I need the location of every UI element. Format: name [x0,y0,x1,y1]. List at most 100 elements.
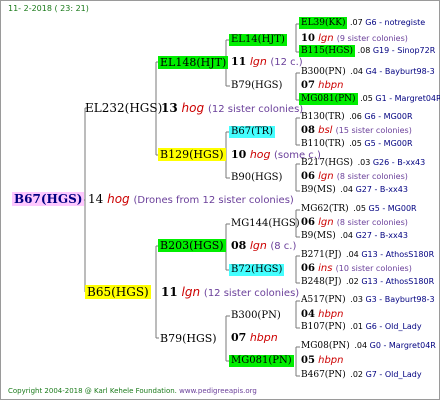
g5-row-16: B467(PN) .02 G7 - Old_Lady [299,371,422,380]
dam-b-gen: 07 [231,331,247,344]
g5-row-14: B107(PN) .01 G6 - Old_Lady [299,323,422,332]
sire-b-name[interactable]: B129(HGS) [158,148,226,161]
website-link[interactable]: www.pedigreeapis.org [179,387,257,395]
g5-row-1-info: G6 - notregiste [365,18,426,27]
sire-bb-name[interactable]: B90(HGS) [229,172,284,184]
g5-row-6-info: G5 - MG00R [364,139,413,148]
g5-row-2-name[interactable]: B115(HGS) [299,45,356,57]
g5-row-10: B9(MS) .04 G27 - B-xx43 [299,232,408,241]
g5-row-16-name[interactable]: B467(PN) [299,369,348,381]
dam-b-info: 07 hbpn [231,332,278,343]
dam-aa-name[interactable]: MG144(HGS) [229,218,302,230]
g5-row-2: B115(HGS) .08 G19 - Sinop72R [299,45,436,57]
sire-bb-gen: 06 [301,171,315,182]
dam-ab-name[interactable]: B72(HGS) [229,264,285,276]
sire-code: hog [181,101,205,115]
g5-row-4: MG081(PN) .05 G1 - Margret04R [299,93,440,105]
g5-row-3-info: G4 - Bayburt98-3 [365,67,435,76]
g5-row-1-num: .07 [350,18,363,27]
g5-row-11-num: .04 [346,250,359,259]
g5-row-1-name[interactable]: EL39(KK) [299,17,348,29]
sire-a-note: (12 c.) [270,57,303,68]
g5-row-14-info: G6 - Old_Lady [365,322,422,331]
sire-name[interactable]: EL232(HGS) [85,102,162,114]
g5-row-9-name[interactable]: MG62(TR) [299,203,351,215]
g5-row-15-name[interactable]: MG08(PN) [299,340,352,352]
dam-code: lgn [181,285,201,299]
g5-row-14-name[interactable]: B107(PN) [299,321,348,333]
sire-ab-code: hbpn [318,80,344,91]
g5-row-3-name[interactable]: B300(PN) [299,66,348,78]
g5-row-5: B130(TR) .06 G6 - MG00R [299,113,413,122]
dam-ba-name[interactable]: B300(PN) [229,310,283,322]
dam-name[interactable]: B65(HGS) [85,285,151,299]
g5-row-6: B110(TR) .05 G5 - MG00R [299,140,413,149]
g5-row-5-info: G6 - MG00R [364,112,413,121]
sire-ab-name[interactable]: B79(HGS) [229,80,284,92]
g5-row-13-name[interactable]: A517(PN) [299,294,348,306]
g5-row-13-num: .03 [350,295,363,304]
dam-aa-info: 06 lgn (8 sister colonies) [301,218,408,228]
g5-row-15-num: .04 [354,341,368,350]
dam-bb-code: hbpn [318,355,344,366]
sire-b-gen: 10 [231,148,247,161]
g5-row-10-name[interactable]: B9(MS) [299,230,338,242]
g5-row-7-name[interactable]: B217(HGS) [299,157,355,169]
dam-ba-gen: 04 [301,309,315,320]
dam-ba-code: hbpn [318,309,344,320]
g5-row-10-info: G27 - B-xx43 [355,231,408,240]
g5-row-8: B9(MS) .04 G27 - B-xx43 [299,186,408,195]
sire-info: 13 hog (12 sister colonies) [161,102,303,115]
dam-bb-gen: 05 [301,355,315,366]
sire-aa-name[interactable]: EL14(HJT) [229,34,287,46]
g5-row-4-num: .05 [360,94,373,103]
dam-bb-info: 05 hbpn [301,356,343,366]
copyright-text: Copyright 2004-2018 @ Karl Kehele Founda… [8,388,257,395]
dam-gen: 11 [161,285,178,299]
g5-row-15-info: G0 - Margret04R [369,341,436,350]
sire-ba-note: (15 sister colonies) [335,126,412,135]
dam-a-info: 08 lgn (8 c.) [231,240,296,252]
sire-aa-note: (9 sister colonies) [336,34,408,43]
sire-ba-info: 08 bsl (15 sister colonies) [301,126,412,136]
g5-row-12-name[interactable]: B248(PJ) [299,276,343,288]
g5-row-7-num: .03 [357,158,371,167]
root-bee-name[interactable]: B67(HGS) [12,192,85,206]
dam-ba-info: 04 hbpn [301,310,343,320]
g5-row-11: B271(PJ) .04 G13 - AthosS180R [299,251,434,260]
g5-row-12: B248(PJ) .02 G13 - AthosS180R [299,278,434,287]
g5-row-8-name[interactable]: B9(MS) [299,184,338,196]
g5-row-9: MG62(TR) .05 G5 - MG00R [299,205,417,214]
g5-row-8-num: .04 [340,185,354,194]
sire-aa-gen: 10 [301,33,315,44]
g5-row-11-name[interactable]: B271(PJ) [299,249,343,261]
report-date: 11- 2-2018 ( 23: 21) [8,4,89,13]
copyright-label: Copyright 2004-2018 @ Karl Kehele Founda… [8,387,177,395]
g5-row-4-name[interactable]: MG081(PN) [299,93,358,105]
dam-a-code: lgn [249,239,267,252]
dam-ab-note: (10 sister colonies) [335,264,412,273]
sire-a-name[interactable]: EL148(HJT) [158,56,229,69]
g5-row-10-num: .04 [340,231,354,240]
g5-row-6-num: .05 [349,139,362,148]
dam-a-name[interactable]: B203(HGS) [158,239,226,252]
dam-bb-name[interactable]: MG081(PN) [229,355,294,367]
sire-ab-info: 07 hbpn [301,81,343,91]
root-gen: 14 [88,192,104,206]
g5-row-2-info: G19 - Sinop72R [372,46,436,55]
g5-row-14-num: .01 [350,322,364,331]
g5-row-4-info: G1 - Margret04R [375,94,440,103]
g5-row-9-info: G5 - MG00R [368,204,417,213]
g5-row-8-info: G27 - B-xx43 [355,185,408,194]
root-code: hog [107,192,130,206]
g5-row-6-name[interactable]: B110(TR) [299,138,347,150]
g5-row-16-info: G7 - Old_Lady [365,370,422,379]
sire-ab-gen: 07 [301,80,315,91]
g5-row-12-num: .02 [346,277,359,286]
dam-aa-note: (8 sister colonies) [336,218,408,227]
sire-gen: 13 [161,101,178,115]
dam-b-name[interactable]: B79(HGS) [158,332,219,345]
sire-ba-name[interactable]: B67(TR) [229,126,276,138]
g5-row-5-name[interactable]: B130(TR) [299,111,347,123]
sire-aa-code: lgn [318,33,334,44]
